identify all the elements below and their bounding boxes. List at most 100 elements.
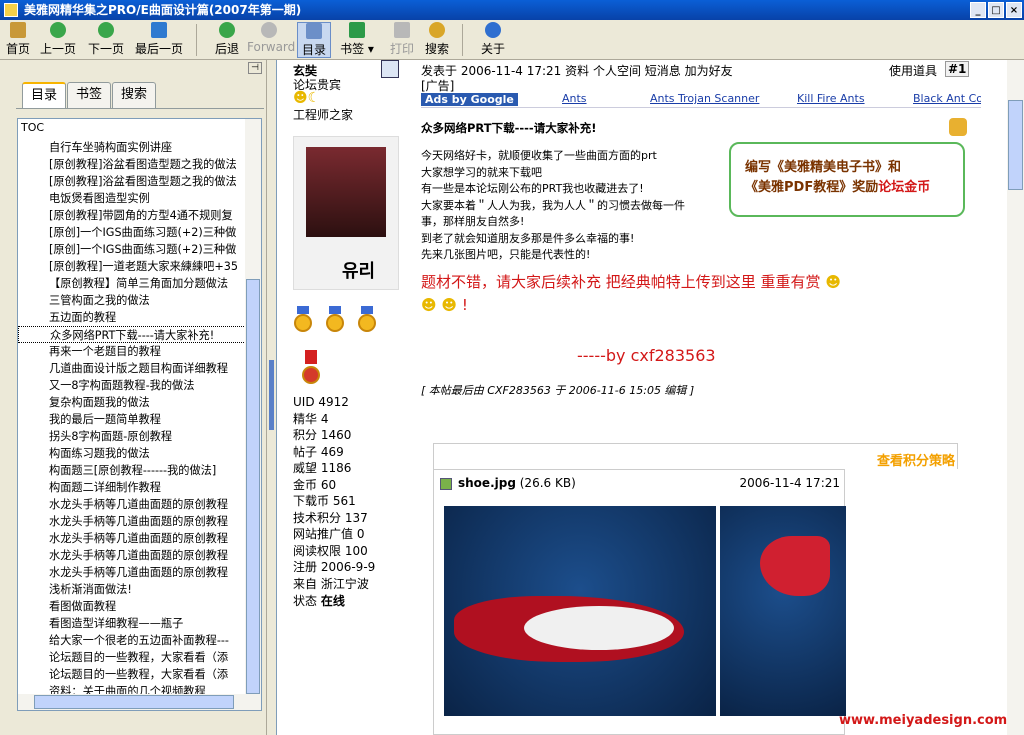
toc-item[interactable]: 构面题二详细制作教程 (18, 479, 246, 496)
title-bar: 美雅网精华集之PRO/E曲面设计篇(2007年第一期) _ □ × (0, 0, 1024, 20)
image-file-icon (440, 478, 452, 490)
pane-splitter[interactable] (266, 60, 276, 735)
printer-icon (394, 22, 410, 38)
content-scrollbar[interactable] (1007, 60, 1024, 735)
toc-item[interactable]: [原创]一个IGS曲面练习题(+2)三种做 (18, 224, 246, 241)
toc-item[interactable]: 几道曲面设计版之题目构面详细教程 (18, 360, 246, 377)
stat-row: 精华 4 (293, 411, 329, 426)
close-button[interactable]: × (1006, 2, 1022, 18)
promo-line: 编写《美雅精美电子书》和 (745, 160, 902, 175)
toc-item[interactable]: 自行车坐骑构面实例讲座 (18, 139, 246, 156)
avatar-text: 유리 (342, 261, 376, 282)
ad-link[interactable]: Ants Trojan Scanner (650, 92, 759, 105)
toc-horizontal-scrollbar[interactable] (18, 694, 261, 710)
toc-item[interactable]: [原创教程]带圆角的方型4通不规则复 (18, 207, 246, 224)
promo-box: 编写《美雅精美电子书》和 《美雅PDF教程》奖励论坛金币 (729, 142, 965, 217)
tab-bookmarks[interactable]: 书签 (67, 82, 112, 108)
stat-row: 积分 1460 (293, 428, 352, 442)
attachment-box: shoe.jpg (26.6 KB) 2006-11-4 17:21 (433, 469, 846, 735)
bookmark-button[interactable]: 书签 ▾ (337, 22, 377, 58)
ad-link[interactable]: Black Ant Con (913, 92, 981, 105)
toc-item[interactable]: 构面题三[原创教程------我的做法] (18, 462, 246, 479)
toc-item[interactable]: 构面练习题我的做法 (18, 445, 246, 462)
byline: -----by cxf283563 (577, 346, 716, 365)
next-page-button[interactable]: 下一页 (86, 22, 126, 58)
toc-button[interactable]: 目录 (297, 22, 331, 58)
toc-item[interactable]: 三管构面之我的做法 (18, 292, 246, 309)
toc-item[interactable]: 【原创教程】简单三角面加分题做法 (18, 275, 246, 292)
points-strategy-link[interactable]: 查看积分策略 (877, 450, 955, 469)
toc-item[interactable]: 复杂构面题我的做法 (18, 394, 246, 411)
toc-item[interactable]: 论坛题目的一些教程，大家看看（添 (18, 649, 246, 666)
home-button[interactable]: 首页 (4, 22, 32, 58)
toc-item[interactable]: [原创教程]浴盆看图造型题之我的做法 (18, 156, 246, 173)
about-button[interactable]: 关于 (478, 22, 508, 58)
pin-icon[interactable]: ⊣ (248, 62, 262, 74)
post-meta: 发表于 2006-11-4 17:21 资料 个人空间 短消息 加为好友 (421, 64, 733, 78)
stat-row: 威望 1186 (293, 461, 352, 475)
tab-toc[interactable]: 目录 (22, 82, 67, 108)
toc-item[interactable]: 浅析渐消面做法! (18, 581, 246, 598)
thumbs-up-icon[interactable] (949, 118, 967, 136)
medal-icon (293, 306, 313, 332)
toc-item[interactable]: [原创教程]一道老题大家来練練吧+35 (18, 258, 246, 275)
toc-root[interactable]: TOC (18, 119, 261, 136)
toc-item[interactable]: 看图造型详细教程——瓶子 (18, 615, 246, 632)
ad-link[interactable]: Kill Fire Ants (797, 92, 865, 105)
toc-item[interactable]: [原创教程]浴盆看图造型题之我的做法 (18, 173, 246, 190)
search-icon (429, 22, 445, 38)
tools-link[interactable]: 使用道具 (889, 62, 937, 79)
last-page-icon (151, 22, 167, 38)
toc-tree[interactable]: TOC 自行车坐骑构面实例讲座 [原创教程]浴盆看图造型题之我的做法 [原创教程]浴… (17, 118, 262, 711)
toc-item[interactable]: 水龙头手柄等几道曲面题的原创教程 (18, 564, 246, 581)
minimize-button[interactable]: _ (970, 2, 986, 18)
toc-item[interactable]: 众多网络PRT下载----请大家补充! (18, 326, 246, 343)
back-arrow-icon (219, 22, 235, 38)
post-title: 众多网络PRT下载----请大家补充! (421, 121, 597, 135)
edit-note: [ 本帖最后由 CXF283563 于 2006-11-6 15:05 编辑 ] (421, 384, 695, 397)
attachment-name[interactable]: shoe.jpg (458, 476, 516, 490)
toc-item[interactable]: 论坛题目的一些教程，大家看看（添 (18, 666, 246, 683)
toc-item[interactable]: 水龙头手柄等几道曲面题的原创教程 (18, 496, 246, 513)
rank-stars-icon: ☻☾ (293, 90, 321, 106)
maximize-button[interactable]: □ (988, 2, 1004, 18)
toc-item[interactable]: 我的最后一题简单教程 (18, 411, 246, 428)
arrow-down-icon (98, 22, 114, 38)
computer-icon (381, 60, 399, 78)
forward-button[interactable]: Forward (247, 22, 295, 58)
ad-link[interactable]: Ants (562, 92, 587, 105)
toc-item[interactable]: [原创]一个IGS曲面练习题(+2)三种做 (18, 241, 246, 258)
body-line: 大家要本着＂人人为我，我为人人＂的习惯去做每一件 (421, 198, 685, 212)
toc-item[interactable]: 又一8字构面题教程-我的做法 (18, 377, 246, 394)
shoe-image-2[interactable] (720, 506, 846, 716)
promo-line: 《美雅PDF教程》奖励 (745, 180, 879, 195)
toc-item[interactable]: 看图做面教程 (18, 598, 246, 615)
stat-row: 金币 60 (293, 477, 337, 492)
toc-item[interactable]: 水龙头手柄等几道曲面题的原创教程 (18, 530, 246, 547)
body-line: 事，那样朋友自然多! (421, 215, 525, 228)
post-body: 今天网络好卡，就顺便收集了一些曲面方面的prt 大家想学习的就来下载吧 有一些是本论… (421, 148, 721, 264)
medal-icon (325, 306, 345, 332)
toc-item[interactable]: 五边面的教程 (18, 309, 246, 326)
toc-item[interactable]: 再来一个老题目的教程 (18, 343, 246, 360)
toc-item[interactable]: 电饭煲看图造型实例 (18, 190, 246, 207)
back-button[interactable]: 后退 (212, 22, 242, 58)
body-line: 先来几张图片吧，只能是代表性的! (421, 248, 591, 261)
toc-item[interactable]: 水龙头手柄等几道曲面题的原创教程 (18, 547, 246, 564)
shoe-image[interactable] (444, 506, 716, 716)
toc-item[interactable]: 水龙头手柄等几道曲面题的原创教程 (18, 513, 246, 530)
toc-item[interactable]: 拐头8字构面题-原创教程 (18, 428, 246, 445)
print-button[interactable]: 打印 (388, 22, 416, 58)
last-page-button[interactable]: 最后一页 (133, 22, 185, 58)
body-line: 今天网络好卡，就顺便收集了一些曲面方面的prt (421, 149, 657, 162)
toc-vertical-scrollbar[interactable] (245, 119, 261, 695)
toc-list: 自行车坐骑构面实例讲座 [原创教程]浴盆看图造型题之我的做法 [原创教程]浴盆看图造… (18, 139, 246, 700)
prev-page-button[interactable]: 上一页 (38, 22, 78, 58)
stat-row: 帖子 469 (293, 444, 344, 459)
stat-row: 阅读权限 100 (293, 543, 368, 558)
forward-arrow-icon (261, 22, 277, 38)
toc-item[interactable]: 给大家一个很老的五边面补面教程--- (18, 632, 246, 649)
search-button[interactable]: 搜索 (422, 22, 452, 58)
ads-by-google[interactable]: Ads by Google (421, 93, 518, 106)
tab-search[interactable]: 搜索 (112, 82, 157, 108)
